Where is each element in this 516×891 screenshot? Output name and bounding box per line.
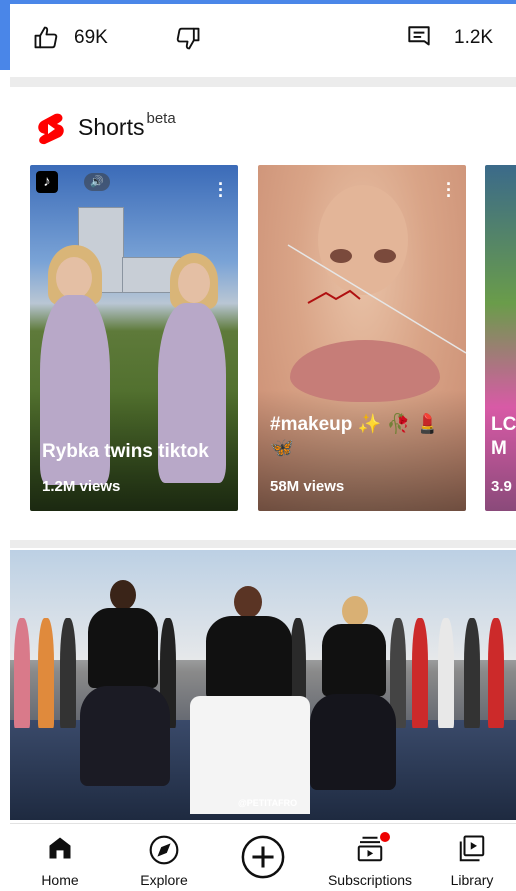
speaker-icon: 🔊: [84, 173, 110, 191]
dancer-figure: [322, 624, 386, 696]
short-views: 58M views: [270, 478, 345, 495]
nav-home[interactable]: Home: [34, 824, 86, 891]
crowd-person: [412, 618, 428, 728]
dancer-white-pants: [190, 696, 310, 814]
nav-home-label: Home: [41, 872, 79, 888]
nav-explore[interactable]: Explore: [134, 824, 194, 891]
nav-explore-label: Explore: [140, 872, 188, 888]
short-views: 3.9: [491, 478, 512, 495]
dancer-figure: [88, 608, 158, 688]
more-options-icon[interactable]: · · ·: [446, 175, 452, 205]
dancer-legs: [310, 694, 396, 790]
short-card-3[interactable]: LC M 3.9: [485, 165, 516, 511]
video-watermark: @PETITAFRO: [238, 798, 298, 808]
comment-icon: [408, 26, 430, 46]
short-card-2[interactable]: · · · #makeup ✨ 🥀 💄 🦋 58M views: [258, 165, 466, 511]
crowd-person: [488, 618, 504, 728]
comment-count: 1.2K: [454, 27, 494, 48]
video-thumbnail[interactable]: @PETITAFRO: [10, 550, 516, 820]
shorts-header: Shorts beta: [36, 110, 176, 146]
dancer-head: [234, 586, 262, 618]
home-icon: [49, 837, 71, 859]
person-face: [178, 263, 210, 303]
short-title: Rybka twins tiktok: [42, 441, 209, 462]
short-views: 1.2M views: [42, 478, 121, 495]
dancer-legs: [80, 686, 170, 786]
dislike-button[interactable]: [174, 24, 202, 52]
library-icon: [459, 835, 485, 862]
person-face: [56, 257, 92, 299]
short-title: #makeup ✨ 🥀 💄 🦋: [270, 414, 440, 459]
shorts-beta-badge: beta: [146, 110, 176, 127]
crowd-person: [38, 618, 54, 728]
nav-subscriptions-label: Subscriptions: [327, 872, 413, 888]
short-card-1[interactable]: ♪ 🔊 · · · Rybka twins tiktok 1.2M views: [30, 165, 238, 511]
video-action-bar: 69K 1.2K: [10, 4, 516, 74]
explore-icon: [149, 835, 179, 865]
thumb-down-icon: [176, 27, 200, 50]
dancer-head: [342, 596, 368, 626]
create-icon: [241, 835, 285, 879]
crowd-person: [464, 618, 480, 728]
nav-library[interactable]: Library: [446, 824, 498, 891]
crowd-person: [60, 618, 76, 728]
section-divider: [10, 77, 516, 87]
like-button[interactable]: 69K: [32, 24, 108, 52]
more-options-icon[interactable]: · · ·: [218, 175, 224, 205]
shorts-title: Shorts: [78, 114, 145, 140]
thumb-up-icon: [34, 26, 58, 49]
comments-button[interactable]: 1.2K: [406, 24, 493, 52]
notification-dot: [380, 832, 390, 842]
crowd-person: [438, 618, 454, 728]
nav-subscriptions[interactable]: Subscriptions: [318, 824, 422, 891]
dancer-figure: [206, 616, 292, 700]
section-divider: [10, 540, 516, 548]
nav-create[interactable]: [238, 824, 288, 891]
nav-library-label: Library: [450, 872, 494, 888]
like-count: 69K: [74, 27, 108, 48]
tiktok-logo-icon: ♪: [36, 171, 58, 193]
shorts-logo-icon: [38, 113, 64, 145]
selection-highlight-edge: [0, 0, 10, 70]
dancer-head: [110, 580, 136, 610]
crowd-person: [14, 618, 30, 728]
bottom-navigation: Home Explore Subscriptions Library: [10, 823, 516, 891]
short-title: LC M: [491, 414, 516, 459]
